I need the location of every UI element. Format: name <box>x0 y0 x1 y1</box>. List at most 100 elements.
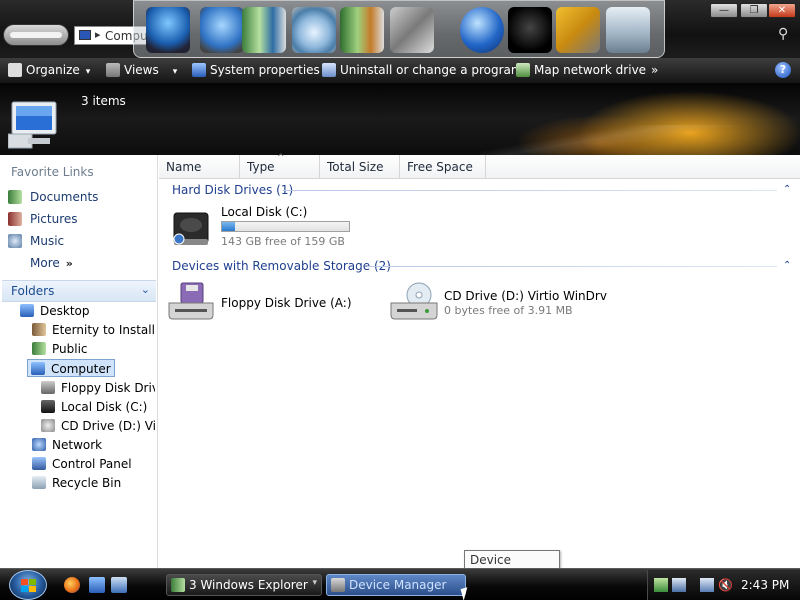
drive-free-space: 143 GB free of 159 GB <box>221 235 345 248</box>
fav-link-label: Music <box>30 234 65 248</box>
network-tray-icon[interactable] <box>700 578 714 592</box>
tree-item-computer[interactable]: Computer <box>27 359 115 377</box>
maximize-button[interactable]: ❐ <box>740 3 768 18</box>
device-manager-icon <box>331 578 345 592</box>
drive-name-local-disk[interactable]: Local Disk (C:) <box>221 205 307 219</box>
banner-decoration <box>480 125 800 155</box>
favorite-links-title: Favorite Links <box>11 165 94 179</box>
collapse-chevron-icon[interactable]: ⌃ <box>783 184 791 195</box>
minimize-button[interactable]: — <box>710 3 738 18</box>
group-header-hard-disk[interactable]: Hard Disk Drives (1) <box>172 183 293 197</box>
documents-icon <box>8 190 22 204</box>
organize-label: Organize <box>26 63 80 77</box>
folder-user-icon <box>32 323 46 336</box>
tree-item-desktop[interactable]: Desktop <box>20 302 90 320</box>
tree-item-cd-drive[interactable]: CD Drive (D:) Virtio <box>41 417 155 435</box>
tree-item-network[interactable]: Network <box>32 436 102 454</box>
fav-link-more[interactable]: More » <box>30 254 73 272</box>
cd-burn-icon[interactable] <box>292 7 336 53</box>
disk-usage-bar <box>221 221 350 232</box>
drive-cd-free-space: 0 bytes free of 3.91 MB <box>444 304 573 317</box>
windows-update-icon[interactable] <box>672 578 686 592</box>
floppy-drive-icon[interactable] <box>167 281 215 323</box>
help-button[interactable]: ? <box>775 62 791 78</box>
tree-item-public[interactable]: Public <box>32 340 88 358</box>
firefox-icon[interactable] <box>64 577 80 593</box>
views-label: Views <box>124 63 159 77</box>
show-desktop-icon[interactable] <box>89 577 105 593</box>
map-network-drive-button[interactable]: Map network drive <box>516 62 646 79</box>
uninstall-program-button[interactable]: Uninstall or change a program <box>322 62 523 79</box>
start-button[interactable] <box>9 570 47 600</box>
views-icon <box>106 63 120 77</box>
documents-icon[interactable] <box>242 7 286 53</box>
more-label: More <box>30 256 60 270</box>
music-icon <box>8 234 22 248</box>
network-computer-icon[interactable] <box>200 7 244 53</box>
hard-disk-icon[interactable] <box>171 209 211 249</box>
computer-large-icon <box>8 101 57 149</box>
fav-link-documents[interactable]: Documents <box>8 188 98 206</box>
tree-item-label: Network <box>52 438 103 452</box>
chevron-down-icon: ⌄ <box>140 283 150 296</box>
tree-item-label: Control Panel <box>52 457 132 471</box>
explorer-folder-icon <box>171 578 185 592</box>
pictures-folder-icon[interactable] <box>340 7 384 53</box>
recycle-bin-icon[interactable] <box>606 7 650 53</box>
tree-item-control-panel[interactable]: Control Panel <box>32 455 132 473</box>
fav-link-pictures[interactable]: Pictures <box>8 210 78 228</box>
tree-item-eternity[interactable]: Eternity to Install <box>32 321 155 339</box>
collapse-chevron-icon[interactable]: ⌃ <box>783 260 791 271</box>
folders-label: Folders <box>11 284 55 298</box>
tree-item-label: Desktop <box>40 304 90 318</box>
cd-drive-icon[interactable] <box>389 281 439 323</box>
items-count: 3 items <box>81 94 126 108</box>
computer-small-icon <box>79 30 91 40</box>
column-total-size[interactable]: Total Size <box>320 155 400 179</box>
tools-icon[interactable] <box>390 7 434 53</box>
computer-icon <box>31 362 45 375</box>
switch-windows-icon[interactable] <box>111 577 127 593</box>
search-icon[interactable]: ⚲ <box>778 26 794 42</box>
map-drive-icon <box>516 63 530 77</box>
disk-usage-fill <box>222 222 235 231</box>
task-windows-explorer[interactable]: 3 Windows Explorer ▾ <box>166 574 322 596</box>
task-explorer-label: 3 Windows Explorer <box>189 578 308 592</box>
column-name[interactable]: Name <box>159 155 240 179</box>
dock-bar <box>133 0 665 58</box>
group-header-removable[interactable]: Devices with Removable Storage (2) <box>172 259 391 273</box>
sort-up-icon: ^ <box>277 153 285 163</box>
close-button[interactable]: ✕ <box>768 3 796 18</box>
tree-item-label: CD Drive (D:) Virtio <box>61 419 155 433</box>
tree-item-label: Computer <box>51 362 111 376</box>
tree-item-label: Recycle Bin <box>52 476 122 490</box>
back-forward-buttons[interactable] <box>3 24 69 46</box>
uninstall-label: Uninstall or change a program <box>340 63 523 77</box>
tree-item-local-disk[interactable]: Local Disk (C:) <box>41 398 147 416</box>
computer-monitor-icon[interactable] <box>146 7 190 53</box>
folders-header[interactable]: Folders ⌄ <box>2 280 156 302</box>
tree-item-recycle-bin[interactable]: Recycle Bin <box>32 474 121 492</box>
pictures-icon <box>8 212 22 226</box>
toolbar-overflow-button[interactable]: » <box>651 62 658 79</box>
system-properties-button[interactable]: System properties <box>192 62 320 79</box>
organize-button[interactable]: Organize ▾ <box>8 62 90 79</box>
control-panel-icon <box>32 457 46 470</box>
column-free-space[interactable]: Free Space <box>400 155 486 179</box>
network-icon <box>32 438 46 451</box>
drive-name-floppy[interactable]: Floppy Disk Drive (A:) <box>221 296 352 310</box>
more-chevron-icon: » <box>65 257 73 270</box>
volume-muted-icon[interactable]: 🔇 <box>718 578 733 592</box>
tree-item-floppy[interactable]: Floppy Disk Drive <box>41 379 155 397</box>
drive-name-cd[interactable]: CD Drive (D:) Virtio WinDrv <box>444 289 607 303</box>
column-headers: Name Type Total Size Free Space ^ <box>159 153 800 179</box>
settings-tools-icon[interactable] <box>556 7 600 53</box>
clock[interactable]: 2:43 PM <box>741 578 789 592</box>
internet-globe-icon[interactable] <box>460 7 504 53</box>
security-shield-icon[interactable] <box>654 578 668 592</box>
views-button[interactable]: Views ▾ <box>106 62 177 79</box>
taskbar: 3 Windows Explorer ▾ Device Manager 🔇 2:… <box>0 568 800 600</box>
tshirt-icon[interactable] <box>508 7 552 53</box>
fav-link-music[interactable]: Music <box>8 232 64 250</box>
task-device-manager[interactable]: Device Manager <box>326 574 466 596</box>
